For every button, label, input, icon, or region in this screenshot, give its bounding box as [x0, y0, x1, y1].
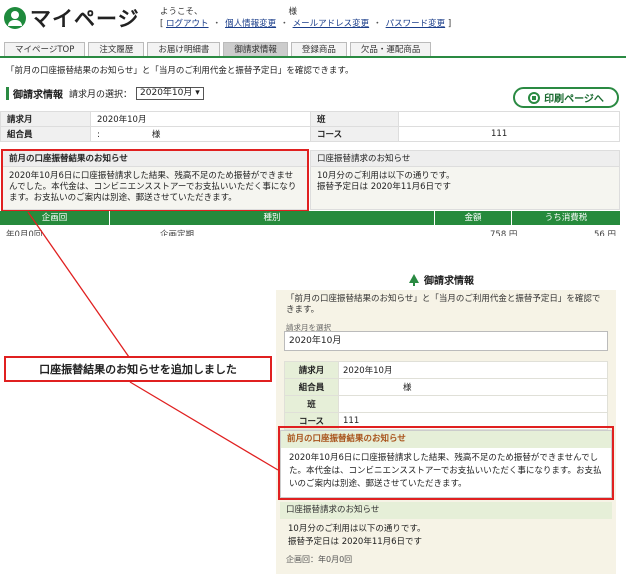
- kumiai-sama: 様: [151, 130, 161, 140]
- billing-info-table: 請求月 2020年10月 班 組合員 :様 コース 111: [0, 111, 620, 142]
- transfer-line-1: 10月分のご利用は以下の通りです。: [317, 171, 455, 181]
- billing-title: 御請求情報: [13, 89, 63, 101]
- title-bar: [6, 86, 9, 100]
- mobile-bottom-text: 企画回：年0月0回: [286, 555, 353, 564]
- mobile-title: 御請求情報: [408, 272, 474, 287]
- nav-tabs: マイページTOP 注文履歴 お届け明細書 御請求情報 登録商品 欠品・運配商品: [4, 42, 432, 56]
- profile-change-link[interactable]: 個人情報変更: [225, 19, 276, 29]
- print-button-label: 印刷ページへ: [544, 94, 604, 105]
- billing-section-title: 御請求情報 請求月の選択： 2020年10月 ▾: [6, 86, 204, 101]
- kumiai-label: 組合員: [0, 126, 91, 142]
- kumiai-colon: :: [97, 130, 100, 140]
- mobile-notice2-title: 口座振替請求のお知らせ: [280, 502, 612, 519]
- print-icon: [528, 91, 541, 104]
- tab-order-history[interactable]: 注文履歴: [88, 42, 145, 56]
- transfer-line-2: 振替予定日は 2020年11月6日です: [317, 182, 452, 192]
- print-page-button[interactable]: 印刷ページへ: [513, 87, 619, 108]
- mobile-notice2-line1: 10月分のご利用は以下の通りです。: [288, 524, 426, 534]
- row-tax: 56 円: [594, 230, 617, 236]
- password-change-link[interactable]: パスワード変更: [386, 19, 446, 29]
- mobile-preview: 御請求情報 「前月の口座振替結果のお知らせ」と「当月のご利用代金と振替予定日」を…: [276, 264, 616, 574]
- row-shubetsu: 企画定期: [160, 230, 195, 236]
- tab-mypage-top[interactable]: マイページTOP: [4, 42, 86, 56]
- welcome-area: ようこそ、様 [ ログアウト・個人情報変更・メールアドレス変更・パスワード変更 …: [160, 7, 452, 29]
- row-kingaku: 758 円: [490, 230, 518, 236]
- transfer-request-notice: 口座振替請求のお知らせ 10月分のご利用は以下の通りです。 振替予定日は 202…: [310, 150, 620, 210]
- transfer-request-title: 口座振替請求のお知らせ: [311, 151, 619, 167]
- transfer-request-body: 10月分のご利用は以下の通りです。 振替予定日は 2020年11月6日です: [311, 167, 619, 197]
- mobile-title-text: 御請求情報: [424, 276, 474, 287]
- tab-missing-items[interactable]: 欠品・運配商品: [349, 42, 432, 56]
- month-select[interactable]: 2020年10月 ▾: [136, 86, 204, 100]
- mobile-label-kumiai: 組合員: [284, 378, 339, 396]
- mobile-notice2-line2: 振替予定日は 2020年11月6日です: [288, 537, 423, 547]
- tree-icon: [408, 273, 420, 286]
- highlight-frame: [1, 149, 309, 212]
- welcome-text: ようこそ、: [160, 7, 203, 17]
- col-tax: うち消費税: [544, 213, 588, 223]
- mobile-value-kumiai: 様: [338, 378, 608, 396]
- logo-text: マイページ: [30, 7, 140, 31]
- mobile-label-seikyu: 請求月: [284, 361, 339, 379]
- col-kingaku: 金額: [435, 211, 512, 225]
- tab-registered-items[interactable]: 登録商品: [290, 42, 347, 56]
- han-label: 班: [310, 111, 399, 127]
- intro-text: 「前月の口座振替結果のお知らせ」と「当月のご利用代金と振替予定日」を確認できます…: [6, 66, 354, 76]
- email-change-link[interactable]: メールアドレス変更: [293, 19, 370, 29]
- tab-underline: [0, 56, 626, 58]
- course-label: コース: [310, 126, 399, 142]
- mobile-highlight-frame: [278, 426, 614, 500]
- mypage-logo[interactable]: マイページ: [4, 6, 140, 31]
- mobile-month-select[interactable]: 2020年10月: [284, 331, 608, 351]
- added-feature-callout: 口座振替結果のお知らせを追加しました: [4, 356, 272, 382]
- billing-table-header: 企画回 種別 金額 うち消費税: [0, 211, 620, 225]
- tab-billing-info[interactable]: 御請求情報: [223, 42, 288, 56]
- col-shubetsu: 種別: [110, 211, 435, 225]
- tab-delivery-statement[interactable]: お届け明細書: [147, 42, 221, 56]
- row-kikaku: 年0月0回: [6, 230, 43, 236]
- user-icon: [4, 7, 26, 29]
- connector-line-bottom: [129, 381, 279, 471]
- kumiai-value: :様: [90, 126, 311, 142]
- col-kikaku: 企画回: [0, 211, 110, 225]
- mobile-info-table: 請求月 2020年10月 組合員様 班 コース 111: [284, 361, 608, 430]
- mobile-value-han: [338, 395, 608, 413]
- mobile-transfer-notice: 口座振替請求のお知らせ 10月分のご利用は以下の通りです。 振替予定日は 202…: [280, 502, 612, 547]
- mobile-label-han: 班: [284, 395, 339, 413]
- mobile-value-seikyu: 2020年10月: [338, 361, 608, 379]
- month-select-label: 請求月の選択：: [69, 89, 133, 100]
- welcome-sama: 様: [288, 7, 298, 17]
- logout-link[interactable]: ログアウト: [166, 19, 209, 29]
- mobile-notice2-body: 10月分のご利用は以下の通りです。 振替予定日は 2020年11月6日です: [280, 519, 612, 553]
- seikyu-value: 2020年10月: [90, 111, 311, 127]
- mobile-intro: 「前月の口座振替結果のお知らせ」と「当月のご利用代金と振替予定日」を確認できます…: [286, 294, 601, 315]
- seikyu-label: 請求月: [0, 111, 91, 127]
- han-value: [398, 111, 620, 127]
- course-value: 111: [398, 126, 620, 142]
- table-row: 年0月0回 企画定期 758 円 56 円: [0, 228, 620, 236]
